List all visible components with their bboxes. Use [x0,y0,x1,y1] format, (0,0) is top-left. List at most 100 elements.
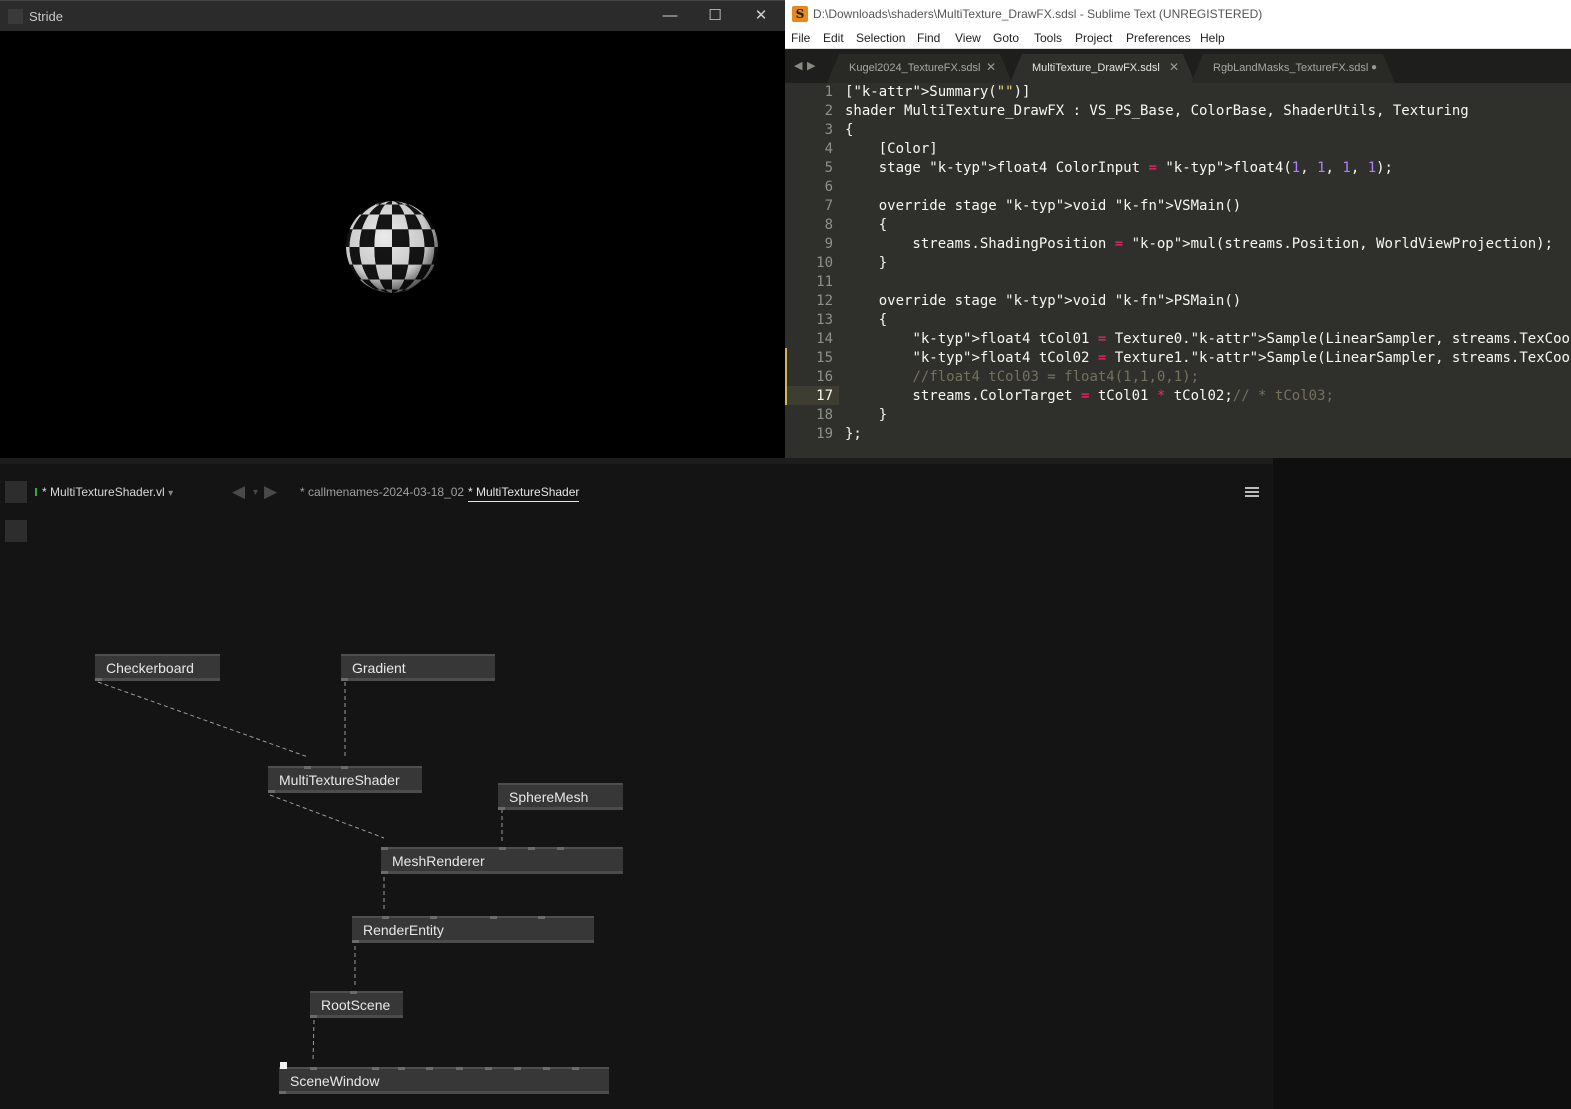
menu-view[interactable]: View [955,31,981,45]
input-pin[interactable] [372,1067,379,1070]
code-line[interactable]: { [845,312,887,328]
code-line[interactable]: override stage "k-typ">void "k-fn">VSMai… [845,198,1241,214]
minimize-button[interactable]: — [650,5,690,27]
stride-titlebar[interactable]: Stride — ☐ ✕ [0,0,785,31]
code-line[interactable]: "k-typ">float4 tCol02 = Texture1."k-attr… [845,350,1571,366]
node-meshrenderer[interactable]: MeshRenderer [381,847,623,874]
line-number: 3 [824,122,833,138]
tab-rgblandmasks[interactable]: RgbLandMasks_TextureFX.sdsl ● [1191,54,1395,83]
input-pin[interactable] [528,847,535,850]
hamburger-menu-icon[interactable] [1245,487,1259,497]
link-rootscene-scenewindow[interactable] [312,1019,315,1063]
input-pin[interactable] [304,766,311,769]
input-pin[interactable] [538,916,545,919]
line-number: 8 [824,217,833,233]
menu-file[interactable]: File [791,31,810,45]
tab-close-icon[interactable]: ✕ [1169,60,1179,74]
input-pin[interactable] [490,916,497,919]
input-pin[interactable] [341,766,348,769]
tab-kugel2024[interactable]: Kugel2024_TextureFX.sdsl ✕ [827,54,1012,83]
document-name[interactable]: * MultiTextureShader.vl ▾ [42,485,173,499]
code-line[interactable]: } [845,407,887,423]
menu-project[interactable]: Project [1075,31,1112,45]
node-renderentity[interactable]: RenderEntity [352,916,594,943]
tab-multitexture-drawfx[interactable]: MultiTexture_DrawFX.sdsl ✕ [1010,54,1195,83]
input-pin[interactable] [499,847,506,850]
input-pin[interactable] [572,1067,579,1070]
code-line[interactable]: [Color] [845,141,938,157]
selection-handle-icon[interactable] [280,1062,287,1069]
input-pin[interactable] [381,847,388,850]
node-rootscene[interactable]: RootScene [310,991,403,1018]
node-gradient[interactable]: Gradient [341,654,495,681]
code-line[interactable]: { [845,217,887,233]
menu-goto[interactable]: Goto [993,31,1019,45]
render-viewport[interactable] [0,31,785,458]
patch-editor: * MultiTextureShader.vl ▾ ◀ ▾ ▶ * callme… [0,458,1273,1109]
output-pin[interactable] [352,940,359,943]
input-pin[interactable] [514,1067,521,1070]
code-line[interactable]: //float4 tCol03 = float4(1,1,0,1); [845,369,1199,385]
node-scenewindow[interactable]: SceneWindow [279,1067,609,1094]
node-browser-icon[interactable] [5,520,27,542]
menu-edit[interactable]: Edit [823,31,844,45]
node-spheremesh[interactable]: SphereMesh [498,783,623,810]
forward-arrow-icon[interactable]: ▶ [264,482,277,502]
input-pin[interactable] [426,1067,433,1070]
tab-back-icon[interactable]: ◀ [794,59,802,72]
input-pin[interactable] [310,1067,317,1070]
input-pin[interactable] [485,1067,492,1070]
output-pin[interactable] [341,678,348,681]
node-label: MultiTextureShader [279,772,400,788]
code-line[interactable]: override stage "k-typ">void "k-fn">PSMai… [845,293,1241,309]
link-checkerboard-shader[interactable] [97,681,309,758]
sublime-logo-icon: S [792,6,808,22]
node-checkerboard[interactable]: Checkerboard [95,654,220,681]
input-pin[interactable] [350,991,357,994]
link-shader-meshrenderer[interactable] [269,794,385,839]
output-pin[interactable] [381,871,388,874]
output-pin[interactable] [498,807,505,810]
code-editor[interactable]: 1 2 3 4 5 6 7 8 9 10 11 12 13 14 15 16 17 18 19 ["k-attr">… [785,83,1571,458]
menu-help[interactable]: Help [1200,31,1225,45]
patch-canvas[interactable] [0,464,1273,1109]
code-line[interactable]: }; [845,426,862,442]
output-pin[interactable] [279,1091,286,1094]
tab-close-icon[interactable]: ✕ [986,60,996,74]
code-line[interactable]: } [845,255,887,271]
node-multitextureshader[interactable]: MultiTextureShader [268,766,422,793]
code-line[interactable]: shader MultiTexture_DrawFX : VS_PS_Base,… [845,103,1469,119]
input-pin[interactable] [557,847,564,850]
maximize-button[interactable]: ☐ [695,5,735,27]
chevron-down-icon[interactable]: ▾ [168,488,173,499]
menu-selection[interactable]: Selection [856,31,905,45]
close-button[interactable]: ✕ [741,5,781,27]
input-pin[interactable] [430,916,437,919]
input-pin[interactable] [382,916,389,919]
tab-forward-icon[interactable]: ▶ [807,59,815,72]
line-number: 13 [816,312,833,328]
menu-tools[interactable]: Tools [1034,31,1062,45]
sublime-titlebar[interactable]: S D:\Downloads\shaders\MultiTexture_Draw… [785,0,1571,28]
output-pin[interactable] [268,790,275,793]
tab-callmenames[interactable]: * callmenames-2024-03-18_02 [300,485,464,499]
input-pin[interactable] [543,1067,550,1070]
code-line[interactable]: "k-typ">float4 tCol01 = Texture0."k-attr… [845,331,1571,347]
unsaved-dot-icon[interactable]: ● [1371,62,1377,73]
menu-preferences[interactable]: Preferences [1126,31,1191,45]
code-line[interactable]: streams.ColorTarget = tCol01 * tCol02;//… [845,388,1334,404]
tab-multitextureshader[interactable]: * MultiTextureShader [468,485,580,502]
output-pin[interactable] [95,678,102,681]
code-line[interactable]: stage "k-typ">float4 ColorInput = "k-typ… [845,160,1393,176]
code-line[interactable]: { [845,122,853,138]
quad-menu-icon[interactable] [5,481,27,503]
menu-find[interactable]: Find [917,31,940,45]
line-number: 10 [816,255,833,271]
output-pin[interactable] [310,1015,317,1018]
code-line[interactable]: streams.ShadingPosition = "k-op">mul(str… [845,236,1553,252]
input-pin[interactable] [398,1067,405,1070]
input-pin[interactable] [456,1067,463,1070]
code-line[interactable]: ["k-attr">Summary("")] [845,84,1030,100]
back-arrow-icon[interactable]: ◀ [232,482,245,502]
history-dropdown-icon[interactable]: ▾ [253,487,258,498]
